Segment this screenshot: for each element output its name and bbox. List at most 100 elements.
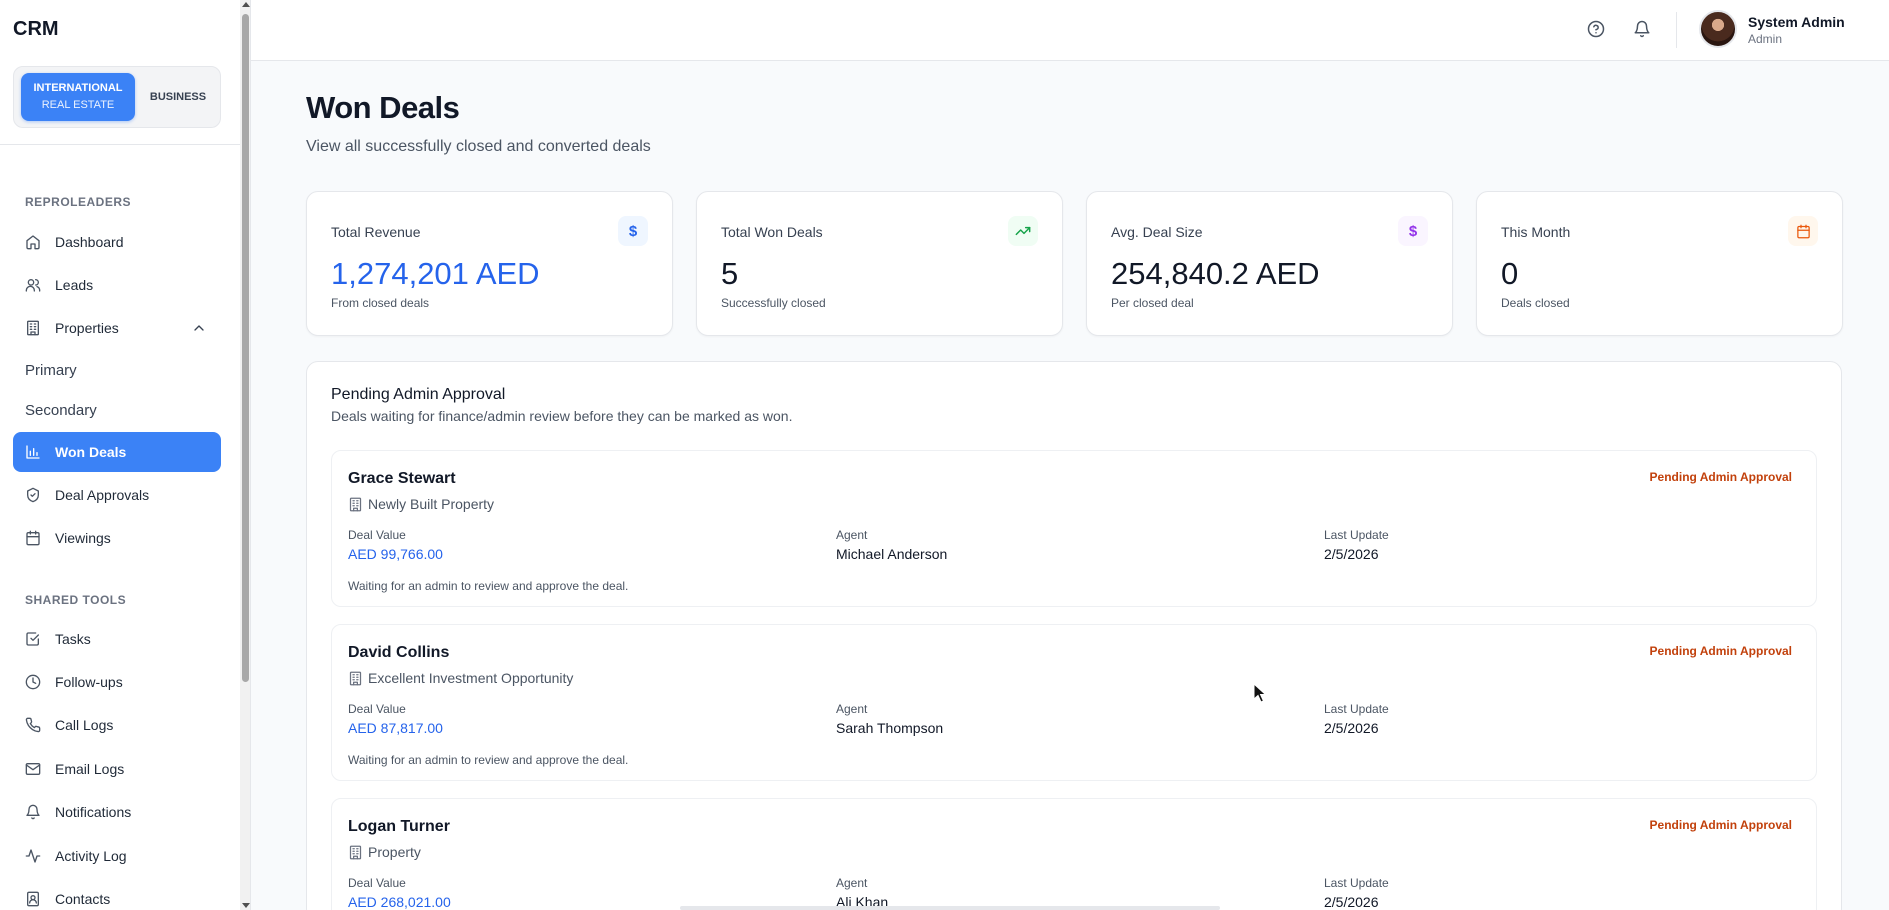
stat-label: Total Revenue (331, 224, 421, 240)
sidebar-item-won-deals[interactable]: Won Deals (13, 432, 221, 472)
user-role: Admin (1748, 32, 1783, 46)
switch-business[interactable]: BUSINESS (143, 91, 213, 103)
field-label-last-update: Last Update (1324, 876, 1389, 890)
deal-property-label: Newly Built Property (368, 496, 495, 512)
scroll-up-arrow-icon[interactable] (242, 2, 250, 7)
sidebar-subitem-primary[interactable]: Primary (25, 362, 77, 379)
page-title: Won Deals (306, 90, 460, 125)
deal-property-label: Property (368, 844, 421, 860)
status-badge: Pending Admin Approval (1649, 470, 1792, 484)
switch-international-real-estate[interactable]: INTERNATIONAL REAL ESTATE (21, 73, 135, 121)
building-icon (348, 845, 363, 860)
sidebar-subitem-secondary[interactable]: Secondary (25, 402, 97, 419)
sidebar-item-dashboard[interactable]: Dashboard (13, 222, 221, 262)
check-square-icon (25, 631, 41, 647)
field-label-agent: Agent (836, 876, 868, 890)
brand-logo: CRM (13, 18, 59, 40)
deal-value: AED 268,021.00 (348, 894, 451, 910)
stat-label: Avg. Deal Size (1111, 224, 1203, 240)
deal-last-update: 2/5/2026 (1324, 894, 1379, 910)
sidebar-item-label: Email Logs (55, 761, 125, 777)
bell-icon[interactable] (1633, 20, 1651, 38)
sidebar-item-notifications[interactable]: Notifications (13, 792, 221, 832)
sidebar-item-contacts[interactable]: Contacts (13, 879, 221, 910)
deal-property: Property (348, 844, 421, 860)
chevron-up-icon[interactable] (191, 320, 207, 336)
sidebar-item-call-logs[interactable]: Call Logs (13, 705, 221, 745)
sidebar-item-email-logs[interactable]: Email Logs (13, 749, 221, 789)
sidebar-item-deal-approvals[interactable]: Deal Approvals (13, 475, 221, 515)
sidebar-item-label: Follow-ups (55, 674, 123, 690)
sidebar-item-label: Won Deals (55, 444, 127, 460)
field-label-deal-value: Deal Value (348, 528, 406, 542)
sidebar: CRM INTERNATIONAL REAL ESTATE BUSINESS R… (0, 0, 251, 910)
sidebar-item-label: Deal Approvals (55, 487, 150, 503)
stat-desc: Deals closed (1501, 296, 1570, 310)
calendar-icon (1788, 216, 1818, 246)
deal-note: Waiting for an admin to review and appro… (348, 753, 629, 767)
mail-icon (25, 761, 41, 777)
field-label-agent: Agent (836, 702, 868, 716)
section-label-reproleaders: REPROLEADERS (25, 195, 132, 209)
user-name[interactable]: System Admin (1748, 14, 1845, 30)
header-divider (1676, 12, 1677, 48)
panel-title: Pending Admin Approval (331, 386, 506, 403)
shield-check-icon (25, 487, 41, 503)
deal-card[interactable]: Grace Stewart Newly Built Property Pendi… (331, 450, 1817, 607)
sidebar-item-label: Activity Log (55, 848, 127, 864)
switch-label-line2: REAL ESTATE (41, 99, 115, 111)
phone-icon (25, 717, 41, 733)
deal-client-name: Grace Stewart (348, 470, 456, 487)
mouse-cursor-icon (1253, 683, 1267, 703)
field-label-deal-value: Deal Value (348, 702, 406, 716)
top-header: System Admin Admin (251, 0, 1889, 61)
contacts-icon (25, 891, 41, 907)
field-label-last-update: Last Update (1324, 528, 1389, 542)
field-label-last-update: Last Update (1324, 702, 1389, 716)
building-icon (348, 671, 363, 686)
help-icon[interactable] (1587, 20, 1605, 38)
clock-icon (25, 674, 41, 690)
status-badge: Pending Admin Approval (1649, 644, 1792, 658)
sidebar-item-label: Tasks (55, 631, 91, 647)
field-label-agent: Agent (836, 528, 868, 542)
section-label-shared-tools: SHARED TOOLS (25, 593, 127, 607)
deal-property: Newly Built Property (348, 496, 494, 512)
deal-property-label: Excellent Investment Opportunity (368, 670, 574, 686)
sidebar-item-tasks[interactable]: Tasks (13, 619, 221, 659)
sidebar-item-label: Viewings (55, 530, 111, 546)
sidebar-item-properties[interactable]: Properties (13, 308, 221, 348)
home-icon (25, 234, 41, 250)
sidebar-scrollbar[interactable] (240, 0, 250, 910)
scroll-down-arrow-icon[interactable] (242, 903, 250, 908)
stat-value: 1,274,201 AED (331, 256, 540, 291)
deal-client-name: Logan Turner (348, 818, 450, 835)
stat-desc: From closed deals (331, 296, 430, 310)
status-badge: Pending Admin Approval (1649, 818, 1792, 832)
sidebar-item-viewings[interactable]: Viewings (13, 518, 221, 558)
sidebar-item-leads[interactable]: Leads (13, 265, 221, 305)
business-switcher: INTERNATIONAL REAL ESTATE BUSINESS (13, 66, 221, 128)
sidebar-item-label: Notifications (55, 804, 132, 820)
calendar-icon (25, 530, 41, 546)
dollar-icon: $ (1398, 216, 1428, 246)
scrollbar-thumb[interactable] (242, 14, 249, 682)
activity-icon (25, 848, 41, 864)
stat-desc: Per closed deal (1111, 296, 1194, 310)
deal-card[interactable]: Logan Turner Property Pending Admin Appr… (331, 798, 1817, 910)
trending-up-icon (1008, 216, 1038, 246)
stat-label: Total Won Deals (721, 224, 823, 240)
avatar[interactable] (1699, 10, 1737, 48)
horizontal-scroll-indicator (680, 906, 1220, 910)
deal-card[interactable]: David Collins Excellent Investment Oppor… (331, 624, 1817, 781)
sidebar-item-label: Properties (55, 320, 119, 336)
bell-icon (25, 804, 41, 820)
sidebar-item-follow-ups[interactable]: Follow-ups (13, 662, 221, 702)
deal-agent: Michael Anderson (836, 546, 948, 562)
sidebar-item-activity-log[interactable]: Activity Log (13, 836, 221, 876)
stat-card-total-revenue: Total Revenue $ 1,274,201 AED From close… (306, 191, 673, 336)
page-subtitle: View all successfully closed and convert… (306, 138, 651, 155)
deal-value: AED 87,817.00 (348, 720, 443, 736)
stat-value: 254,840.2 AED (1111, 256, 1320, 291)
panel-subtitle: Deals waiting for finance/admin review b… (331, 408, 793, 424)
